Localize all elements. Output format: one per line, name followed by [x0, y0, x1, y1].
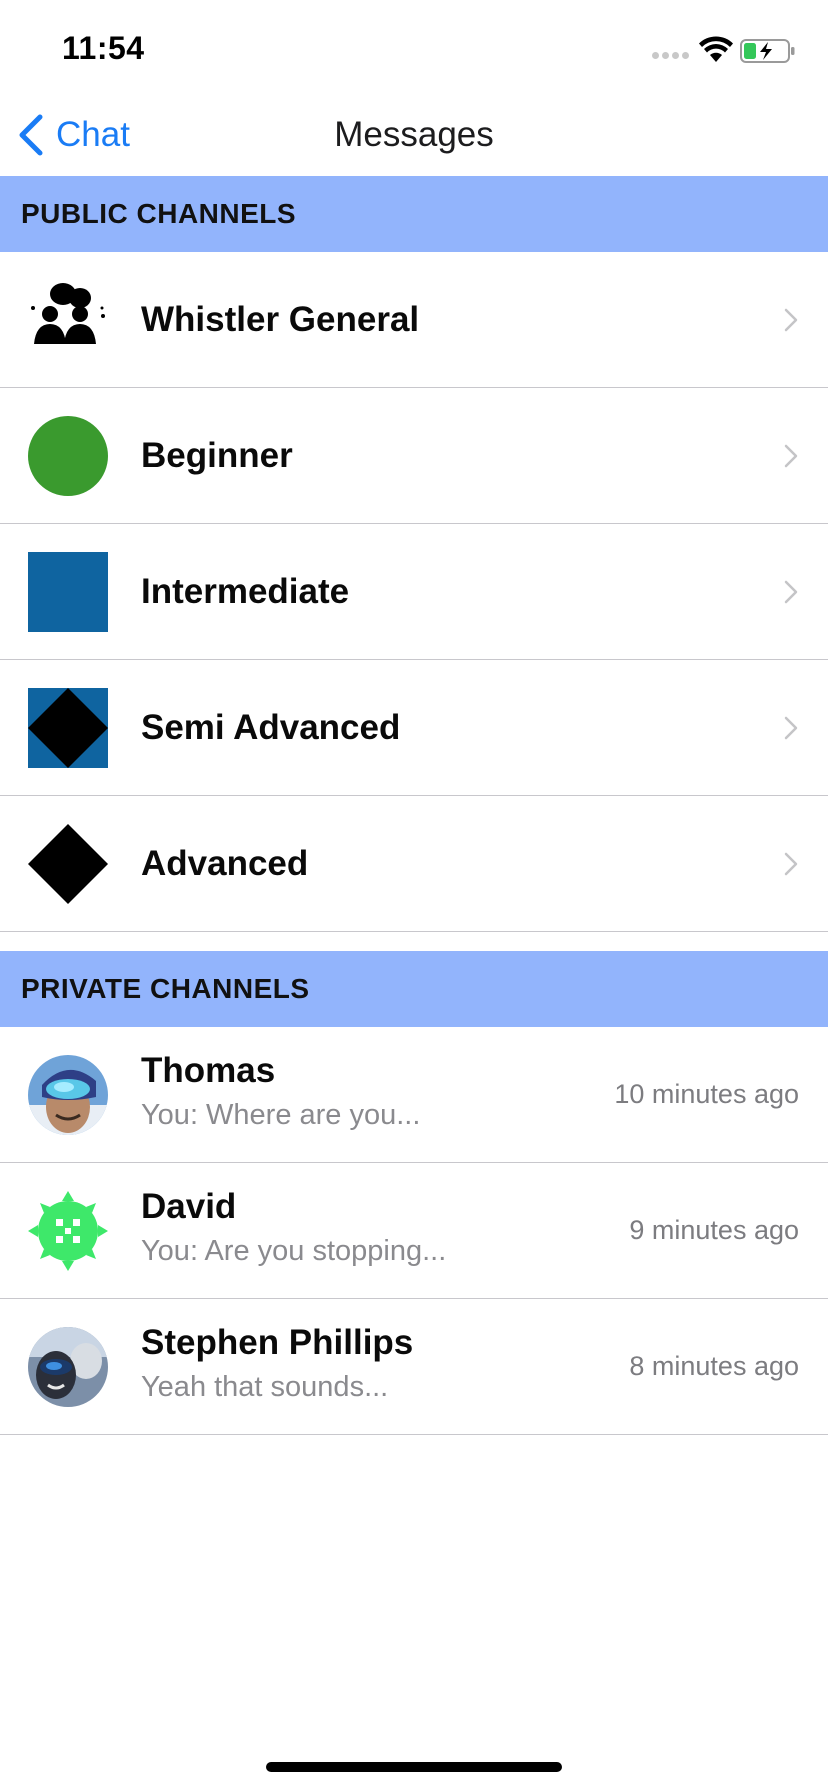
- messages-screen: 11:54 Chat Messages PUBLIC CHANNELS Whis…: [0, 0, 828, 1792]
- wifi-icon: [699, 36, 733, 62]
- green-circle-icon: [28, 416, 108, 496]
- channel-title: Beginner: [141, 436, 293, 475]
- chat-preview: You: Where are you...: [141, 1099, 421, 1131]
- chat-timestamp: 10 minutes ago: [614, 1079, 799, 1109]
- channel-row-advanced[interactable]: Advanced: [0, 796, 828, 932]
- chat-row-david[interactable]: David You: Are you stopping... 9 minutes…: [0, 1163, 828, 1299]
- channel-row-whistler-general[interactable]: Whistler General: [0, 252, 828, 388]
- chat-timestamp: 9 minutes ago: [629, 1215, 799, 1245]
- blue-square-icon: [28, 552, 108, 632]
- people-chat-icon: [31, 283, 105, 344]
- home-indicator[interactable]: [266, 1762, 562, 1772]
- status-bar: 11:54: [0, 0, 828, 96]
- channel-row-semi-advanced[interactable]: Semi Advanced: [0, 660, 828, 796]
- private-channels-header: PRIVATE CHANNELS: [0, 951, 828, 1027]
- chat-preview: You: Are you stopping...: [141, 1235, 447, 1267]
- cellular-signal-icon: [652, 52, 692, 60]
- chat-row-stephen-phillips[interactable]: Stephen Phillips Yeah that sounds... 8 m…: [0, 1299, 828, 1435]
- chat-name: Stephen Phillips: [141, 1323, 414, 1362]
- chat-preview: Yeah that sounds...: [141, 1371, 389, 1403]
- chat-timestamp: 8 minutes ago: [629, 1351, 799, 1381]
- avatar-thomas: [28, 1055, 108, 1135]
- public-channels-header-label: PUBLIC CHANNELS: [21, 198, 297, 229]
- chevron-right-icon: [784, 716, 798, 740]
- page-title: Messages: [334, 115, 494, 154]
- battery-charging-icon: [740, 39, 795, 63]
- public-channels-header: PUBLIC CHANNELS: [0, 176, 828, 252]
- private-channels-header-label: PRIVATE CHANNELS: [21, 973, 310, 1004]
- chevron-right-icon: [784, 580, 798, 604]
- chat-name: David: [141, 1187, 237, 1226]
- black-diamond-icon: [28, 824, 108, 904]
- channel-title: Intermediate: [141, 572, 350, 611]
- avatar-david: [28, 1191, 108, 1271]
- chat-name: Thomas: [141, 1051, 276, 1090]
- chat-row-thomas[interactable]: Thomas You: Where are you... 10 minutes …: [0, 1027, 828, 1163]
- status-time: 11:54: [62, 30, 145, 66]
- channel-title: Whistler General: [141, 300, 420, 339]
- channel-title: Semi Advanced: [141, 708, 401, 747]
- chevron-right-icon: [784, 308, 798, 332]
- navigation-bar: Chat Messages: [0, 96, 828, 176]
- chevron-right-icon: [784, 852, 798, 876]
- channel-row-intermediate[interactable]: Intermediate: [0, 524, 828, 660]
- black-diamond-on-blue-icon: [28, 688, 108, 768]
- channel-title: Advanced: [141, 844, 309, 883]
- chevron-right-icon: [784, 444, 798, 468]
- avatar-stephen: [28, 1327, 108, 1407]
- channel-row-beginner[interactable]: Beginner: [0, 388, 828, 524]
